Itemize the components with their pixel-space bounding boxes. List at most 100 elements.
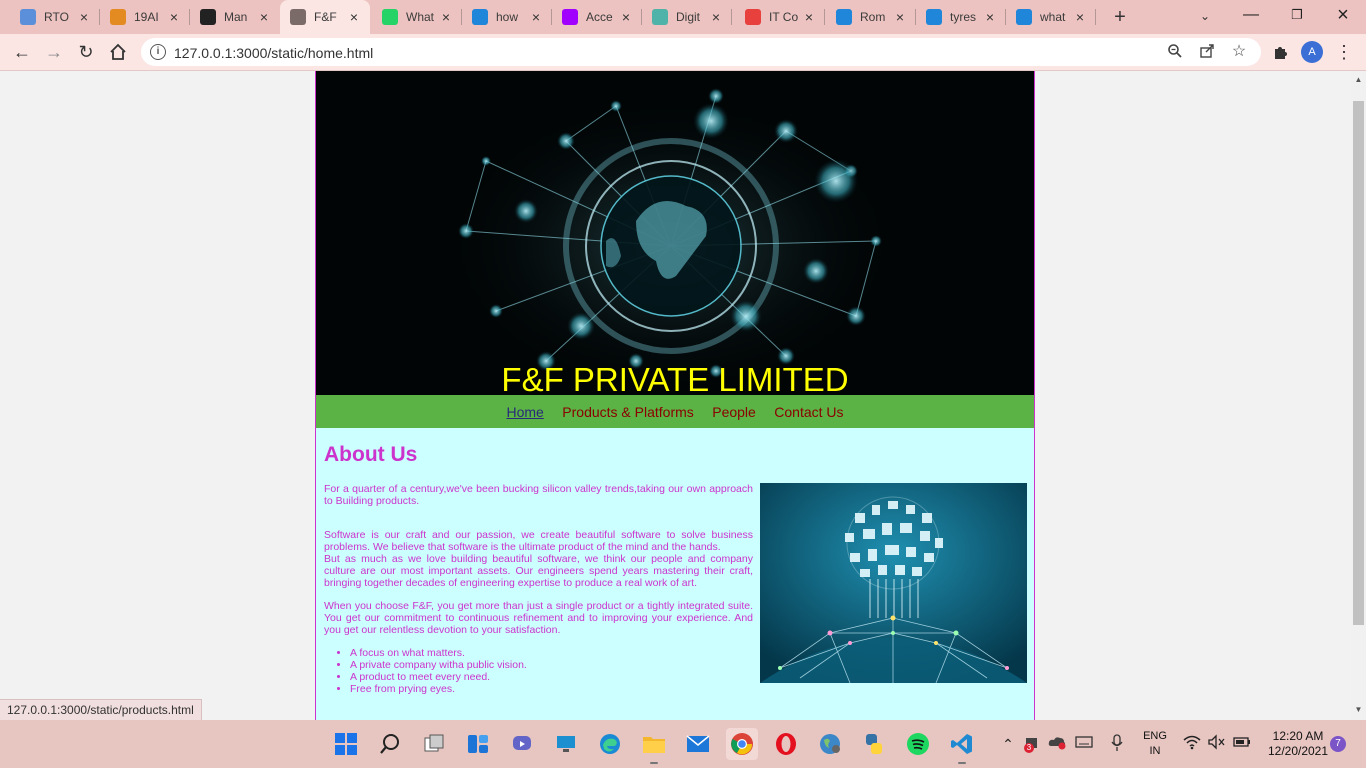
browser-tab[interactable]: F&F × [280,0,370,34]
browser-tab[interactable]: IT Co × [735,0,825,34]
restore-button[interactable]: ❐ [1274,0,1320,32]
tab-close-icon[interactable]: × [76,9,92,25]
browser-tab[interactable]: how × [462,0,552,34]
home-button[interactable] [104,38,132,66]
about-text: For a quarter of a century,we've been bu… [324,483,753,695]
monitor-icon [557,736,575,752]
browser-tab[interactable]: tyres × [916,0,1006,34]
address-bar[interactable]: i 127.0.0.1:3000/static/home.html ☆ [141,38,1261,66]
minimize-button[interactable]: — [1228,0,1274,32]
tab-close-icon[interactable]: × [708,9,724,25]
desktop-app-button[interactable] [550,728,582,760]
bing-icon [1016,9,1032,25]
tab-title: tyres [950,10,977,24]
browser-tab[interactable]: Digit × [642,0,732,34]
about-paragraph: When you choose F&F, you get more than j… [324,600,753,636]
tab-separator [1095,9,1096,25]
nav-contact-us[interactable]: Contact Us [774,395,843,429]
widgets-button[interactable] [462,728,494,760]
microphone-icon[interactable] [1108,734,1126,754]
nav-home[interactable]: Home [506,395,543,429]
list-item: A private company witha public vision. [350,659,753,671]
feather-icon [290,9,306,25]
nav-products-platforms[interactable]: Products & Platforms [562,395,694,429]
browser-menu-button[interactable]: ⋮ [1330,38,1358,66]
chrome-icon [731,733,753,755]
language-code: ENG [1143,730,1167,742]
spotify-button[interactable] [902,728,934,760]
globe-icon [820,734,840,754]
search-button[interactable] [374,728,406,760]
volume-muted-icon[interactable] [1206,734,1226,754]
tab-title: F&F [314,10,337,24]
tray-overflow-chevron-icon[interactable]: ⌃ [1000,734,1016,754]
browser-tab[interactable]: Acce × [552,0,642,34]
tab-close-icon[interactable]: × [256,9,272,25]
tab-close-icon[interactable]: × [1072,9,1088,25]
close-window-button[interactable]: × [1320,0,1366,32]
wifi-icon[interactable] [1182,734,1202,754]
keyboard-icon[interactable] [1074,734,1094,754]
language-region: IN [1149,745,1161,757]
site-info-icon[interactable]: i [150,44,166,60]
input-language-indicator[interactable]: ENG IN [1140,729,1170,759]
share-icon[interactable] [1198,43,1216,61]
browser-tab[interactable]: What × [372,0,462,34]
nav-people[interactable]: People [712,395,756,429]
page-scrollbar[interactable]: ▲ ▼ [1351,71,1366,720]
scroll-down-arrow[interactable]: ▼ [1353,705,1364,714]
about-section: About Us For a quarter of a century,we'v… [316,428,1034,720]
tab-title: Rom [860,10,886,24]
tab-search-button[interactable]: ⌄ [1195,6,1215,26]
browser-tab[interactable]: Man × [190,0,280,34]
tab-close-icon[interactable]: × [618,9,634,25]
reload-button[interactable]: ↻ [72,38,100,66]
onedrive-status-icon[interactable] [1046,734,1068,754]
vscode-button[interactable] [946,728,978,764]
puzzle-icon [1275,47,1287,59]
back-button[interactable]: ← [8,38,36,66]
network-globe-image [316,71,1034,395]
edge-button[interactable] [594,728,626,760]
task-view-button[interactable] [418,728,450,760]
tray-app-icon[interactable]: 3 [1022,734,1042,754]
browser-tab[interactable]: 19AI × [100,0,190,34]
start-button[interactable] [330,728,362,760]
extensions-button[interactable] [1266,38,1294,66]
python-button[interactable] [858,728,890,760]
browser-tab[interactable]: Rom × [826,0,916,34]
globe-app-button[interactable] [814,728,846,760]
file-explorer-button[interactable] [638,728,670,764]
tab-close-icon[interactable]: × [982,9,998,25]
tab-close-icon[interactable]: × [166,9,182,25]
bookmark-star-icon[interactable]: ☆ [1230,43,1248,61]
opera-button[interactable] [770,728,802,760]
system-clock[interactable]: 12:20 AM 12/20/2021 [1258,729,1338,759]
teams-chat-button[interactable] [506,728,538,760]
scroll-thumb[interactable] [1353,101,1364,625]
browser-tab[interactable]: what × [1006,0,1096,34]
tab-close-icon[interactable]: × [892,9,908,25]
about-paragraph: For a quarter of a century,we've been bu… [324,483,753,507]
tab-close-icon[interactable]: × [528,9,544,25]
zoom-icon[interactable] [1166,43,1184,61]
tab-close-icon[interactable]: × [801,9,817,25]
battery-icon[interactable] [1230,734,1252,754]
url-text[interactable]: 127.0.0.1:3000/static/home.html [174,45,373,61]
forward-button[interactable]: → [40,38,68,66]
scroll-up-arrow[interactable]: ▲ [1353,75,1364,84]
chrome-button[interactable] [726,728,758,760]
page-viewport: F&F PRIVATE LIMITED Home Products & Plat… [0,71,1351,720]
new-tab-button[interactable]: + [1108,5,1132,29]
profile-avatar[interactable]: A [1301,41,1323,63]
tab-title: What [406,10,435,24]
browser-tab[interactable]: RTO × [10,0,100,34]
tab-close-icon[interactable]: × [346,9,362,25]
mail-button[interactable] [682,728,714,760]
tab-close-icon[interactable]: × [438,9,454,25]
windows-taskbar: ⌃ 3 ENG IN 12:20 AM 12/20/2021 7 [0,720,1366,768]
tab-title: Man [224,10,248,24]
list-item: A focus on what matters. [350,647,753,659]
tab-title: RTO [44,10,69,24]
notification-badge[interactable]: 7 [1330,736,1346,752]
